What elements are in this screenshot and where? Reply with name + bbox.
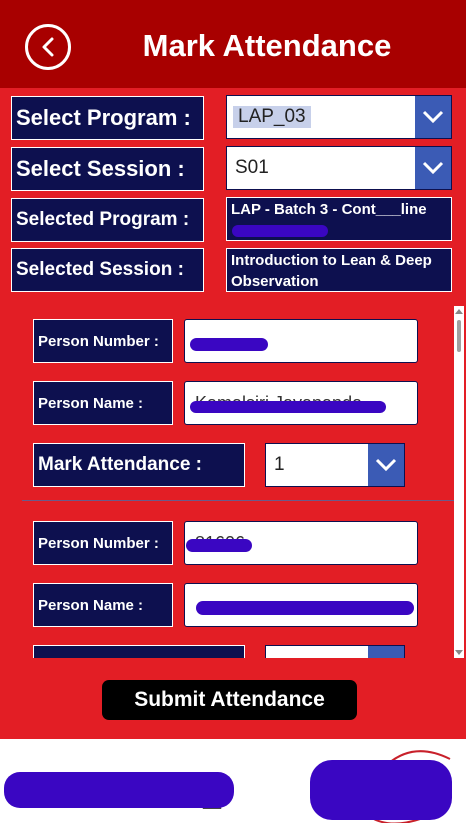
attendance-dropdown-value: 1 bbox=[274, 454, 285, 475]
redaction-mark bbox=[190, 338, 268, 351]
selected-session-value: Introduction to Lean & Deep Observation bbox=[226, 248, 452, 292]
mark-attendance-label: Mark Attendance : bbox=[33, 443, 245, 487]
scroll-thumb[interactable] bbox=[457, 320, 461, 352]
chevron-down-icon[interactable] bbox=[368, 646, 404, 658]
person-name-label: Person Name : bbox=[33, 583, 173, 627]
session-dropdown-value: S01 bbox=[235, 157, 269, 178]
person-number-label: Person Number : bbox=[33, 319, 173, 363]
page-title: Mark Attendance bbox=[142, 28, 392, 63]
item-divider bbox=[22, 500, 454, 501]
redaction-mark bbox=[4, 772, 234, 808]
attendance-gallery[interactable]: Person Number : Person Name : Kamalsiri … bbox=[22, 306, 454, 658]
gallery-scrollbar[interactable] bbox=[454, 306, 464, 658]
scroll-down-icon[interactable] bbox=[455, 650, 463, 655]
redaction-mark bbox=[186, 539, 252, 552]
submit-attendance-button[interactable]: Submit Attendance bbox=[102, 680, 357, 720]
person-name-label: Person Name : bbox=[33, 381, 173, 425]
chevron-down-icon[interactable] bbox=[368, 444, 404, 486]
chevron-down-icon[interactable] bbox=[415, 147, 451, 189]
redaction-mark bbox=[190, 401, 386, 413]
selected-program-label: Selected Program : bbox=[11, 198, 204, 242]
attendance-dropdown[interactable]: 1 bbox=[265, 443, 405, 487]
selected-program-text: LAP - Batch 3 - Cont___line bbox=[231, 201, 427, 218]
attendance-dropdown[interactable] bbox=[265, 645, 405, 658]
select-program-label: Select Program : bbox=[11, 96, 204, 140]
program-dropdown[interactable]: LAP_03 bbox=[226, 95, 452, 139]
program-dropdown-value: LAP_03 bbox=[233, 106, 311, 128]
select-session-label: Select Session : bbox=[11, 147, 204, 191]
selected-session-label: Selected Session : bbox=[11, 248, 204, 292]
redaction-mark bbox=[232, 225, 328, 237]
person-number-label: Person Number : bbox=[33, 521, 173, 565]
scroll-up-icon[interactable] bbox=[455, 309, 463, 314]
redaction-mark bbox=[310, 760, 452, 820]
app-header: Mark Attendance bbox=[0, 0, 466, 88]
mark-attendance-label bbox=[33, 645, 245, 658]
chevron-down-icon[interactable] bbox=[415, 96, 451, 138]
session-dropdown[interactable]: S01 bbox=[226, 146, 452, 190]
redaction-mark bbox=[196, 601, 414, 615]
